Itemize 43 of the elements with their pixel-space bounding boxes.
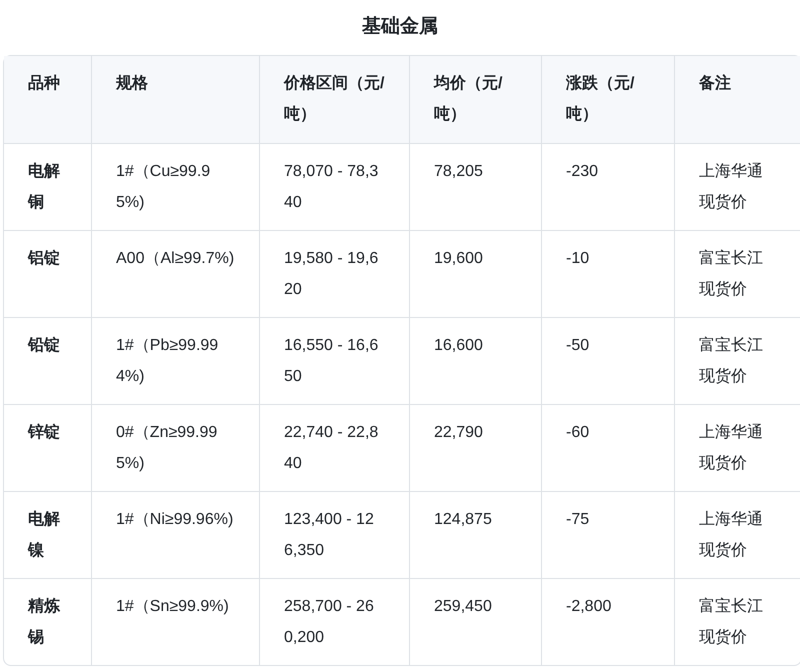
table-cell: 78,070 - 78,340 [259, 143, 409, 230]
table-cell: 电解镍 [4, 491, 91, 578]
table-cell: 123,400 - 126,350 [259, 491, 409, 578]
table-cell: 富宝长江现货价 [674, 317, 800, 404]
table-cell: 富宝长江现货价 [674, 230, 800, 317]
table-cell: 1#（Sn≥99.9%) [91, 578, 259, 665]
table-cell: -50 [541, 317, 674, 404]
table-cell: 铅锭 [4, 317, 91, 404]
table-cell: 电解铜 [4, 143, 91, 230]
table-cell: 19,600 [409, 230, 541, 317]
column-header: 备注 [674, 56, 800, 143]
column-header: 品种 [27, 74, 61, 94]
table-cell: 22,740 - 22,840 [259, 404, 409, 491]
column-header: 规格 [91, 56, 259, 143]
column-header: 涨跌（元/吨） [541, 56, 674, 143]
column-header: 均价（元/吨） [409, 56, 541, 143]
table-cell: -60 [541, 404, 674, 491]
table-cell: 富宝长江现货价 [674, 578, 800, 665]
table-cell: 78,205 [409, 143, 541, 230]
table-cell: 124,875 [409, 491, 541, 578]
table-cell: -230 [541, 143, 674, 230]
table-cell: 上海华通现货价 [674, 404, 800, 491]
table-cell: -10 [541, 230, 674, 317]
table-cell: -75 [541, 491, 674, 578]
table-cell: 19,580 - 19,620 [259, 230, 409, 317]
table-cell: 259,450 [409, 578, 541, 665]
table-cell: 22,790 [409, 404, 541, 491]
table-cell: A00（Al≥99.7%) [91, 230, 259, 317]
table-cell: 铝锭 [4, 230, 91, 317]
table-cell: 上海华通现货价 [674, 491, 800, 578]
table-cell: -2,800 [541, 578, 674, 665]
table-cell: 16,600 [409, 317, 541, 404]
table-cell: 16,550 - 16,650 [259, 317, 409, 404]
column-header: 价格区间（元/吨） [259, 56, 409, 143]
table-cell: 1#（Ni≥99.96%) [91, 491, 259, 578]
table-cell: 0#（Zn≥99.995%) [91, 404, 259, 491]
table-cell: 锌锭 [4, 404, 91, 491]
table-cell: 上海华通现货价 [674, 143, 800, 230]
table-cell: 精炼锡 [4, 578, 91, 665]
table-cell: 1#（Cu≥99.95%) [91, 143, 259, 230]
table-cell: 258,700 - 260,200 [259, 578, 409, 665]
table-cell: 1#（Pb≥99.994%) [91, 317, 259, 404]
table-title: 基础金属 [362, 15, 438, 40]
